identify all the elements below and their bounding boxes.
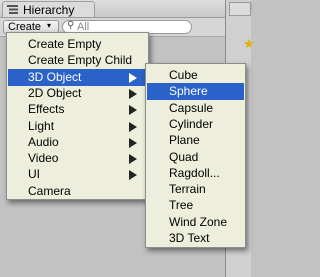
menu-item-label: 3D Object bbox=[28, 69, 82, 84]
menu-item-3d-object[interactable]: 3D Object bbox=[8, 68, 147, 86]
menu-item-create-empty-child[interactable]: Create Empty Child bbox=[8, 52, 147, 69]
submenu-arrow-icon bbox=[129, 72, 137, 83]
menu-item-label: Cylinder bbox=[169, 116, 214, 131]
menu-item-label: 2D Object bbox=[28, 85, 82, 100]
menu-item-label: Audio bbox=[28, 134, 59, 149]
search-icon: ⚲ bbox=[67, 20, 75, 31]
hierarchy-tab-label: Hierarchy bbox=[23, 3, 75, 17]
submenu-arrow-icon bbox=[129, 121, 137, 132]
chevron-down-icon: ▾ bbox=[47, 21, 52, 30]
menu-item-label: Create Empty Child bbox=[28, 53, 133, 68]
menu-item-ragdoll[interactable]: Ragdoll... bbox=[147, 165, 244, 182]
menu-item-create-empty[interactable]: Create Empty bbox=[8, 36, 147, 53]
menu-item-video[interactable]: Video bbox=[8, 150, 147, 167]
menu-item-3d-text[interactable]: 3D Text bbox=[147, 230, 244, 247]
menu-item-ui[interactable]: UI bbox=[8, 166, 147, 183]
menu-item-quad[interactable]: Quad bbox=[147, 149, 244, 166]
menu-item-capsule[interactable]: Capsule bbox=[147, 100, 244, 117]
create-menu: Create Empty Create Empty Child 3D Object 2… bbox=[6, 32, 149, 200]
hierarchy-tab[interactable]: Hierarchy bbox=[2, 1, 95, 17]
menu-item-tree[interactable]: Tree bbox=[147, 197, 244, 214]
submenu-arrow-icon bbox=[129, 88, 137, 99]
menu-item-sphere[interactable]: Sphere bbox=[147, 83, 244, 101]
submenu-arrow-icon bbox=[129, 154, 137, 165]
hierarchy-title-bar: Hierarchy ▾≡ bbox=[0, 0, 252, 18]
menu-item-label: Camera bbox=[28, 183, 71, 198]
menu-item-effects[interactable]: Effects bbox=[8, 101, 147, 118]
submenu-arrow-icon bbox=[129, 170, 137, 181]
menu-item-label: Tree bbox=[169, 198, 194, 213]
menu-item-label: 3D Text bbox=[169, 231, 210, 245]
menu-item-label: UI bbox=[28, 167, 40, 182]
menu-item-label: Plane bbox=[169, 133, 200, 148]
menu-item-label: Sphere bbox=[169, 84, 208, 99]
submenu-arrow-icon bbox=[129, 137, 137, 148]
menu-item-wind-zone[interactable]: Wind Zone bbox=[147, 214, 244, 231]
menu-item-camera[interactable]: Camera bbox=[8, 183, 147, 200]
3d-object-submenu: Cube Sphere Capsule Cylinder Plane Quad Ragdol… bbox=[145, 63, 246, 248]
menu-item-label: Wind Zone bbox=[169, 214, 228, 229]
menu-item-terrain[interactable]: Terrain bbox=[147, 181, 244, 198]
menu-item-cube[interactable]: Cube bbox=[147, 67, 244, 84]
menu-item-label: Ragdoll... bbox=[169, 165, 220, 180]
menu-item-label: Quad bbox=[169, 149, 199, 164]
menu-item-cylinder[interactable]: Cylinder bbox=[147, 116, 244, 133]
menu-item-plane[interactable]: Plane bbox=[147, 132, 244, 149]
menu-item-light[interactable]: Light bbox=[8, 118, 147, 135]
star-icon: ★ bbox=[243, 36, 255, 51]
submenu-arrow-icon bbox=[129, 105, 137, 116]
menu-item-label: Video bbox=[28, 151, 59, 166]
menu-item-audio[interactable]: Audio bbox=[8, 134, 147, 151]
menu-item-label: Light bbox=[28, 118, 55, 133]
menu-item-label: Effects bbox=[28, 102, 65, 117]
menu-item-label: Capsule bbox=[169, 100, 214, 115]
menu-item-label: Terrain bbox=[169, 182, 206, 197]
scene-tab[interactable] bbox=[229, 2, 251, 16]
list-icon bbox=[7, 5, 18, 14]
menu-item-label: Cube bbox=[169, 68, 198, 82]
menu-item-label: Create Empty bbox=[28, 37, 102, 51]
menu-item-2d-object[interactable]: 2D Object bbox=[8, 85, 147, 102]
